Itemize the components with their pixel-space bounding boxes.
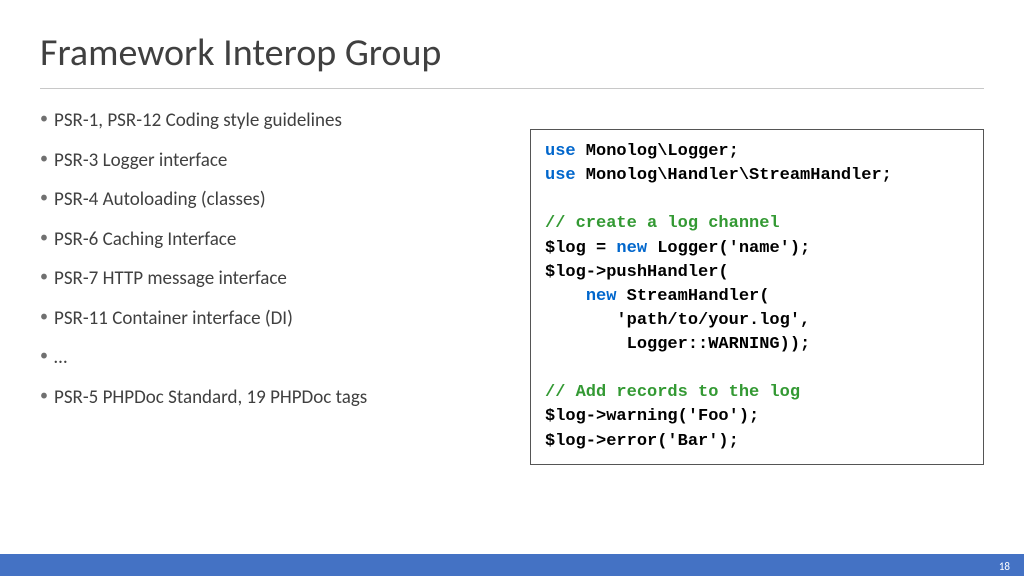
list-item: PSR-1, PSR-12 Coding style guidelines bbox=[40, 107, 500, 136]
code-text bbox=[545, 287, 586, 306]
code-block: use Monolog\Logger; use Monolog\Handler\… bbox=[530, 129, 984, 465]
code-text: Monolog\Logger; bbox=[576, 142, 739, 161]
code-keyword: new bbox=[616, 239, 647, 258]
code-keyword: new bbox=[586, 287, 617, 306]
list-item: PSR-6 Caching Interface bbox=[40, 226, 500, 255]
code-comment: // create a log channel bbox=[545, 214, 780, 233]
list-item: PSR-4 Autoloading (classes) bbox=[40, 186, 500, 215]
footer-bar: 18 bbox=[0, 554, 1024, 576]
code-text: $log->error('Bar'); bbox=[545, 432, 739, 451]
code-text: $log->warning('Foo'); bbox=[545, 407, 759, 426]
page-number: 18 bbox=[999, 560, 1010, 573]
list-item: PSR-11 Container interface (DI) bbox=[40, 305, 500, 334]
list-item: PSR-3 Logger interface bbox=[40, 147, 500, 176]
list-item: PSR-7 HTTP message interface bbox=[40, 265, 500, 294]
code-text: $log = bbox=[545, 239, 616, 258]
code-text: Logger::WARNING)); bbox=[545, 335, 810, 354]
list-item: … bbox=[40, 344, 500, 373]
code-text: 'path/to/your.log', bbox=[545, 311, 810, 330]
code-text: Logger('name'); bbox=[647, 239, 810, 258]
slide-title: Framework Interop Group bbox=[40, 30, 984, 76]
code-text: StreamHandler( bbox=[616, 287, 769, 306]
code-text: Monolog\Handler\StreamHandler; bbox=[576, 166, 892, 185]
bullet-list: PSR-1, PSR-12 Coding style guidelines PS… bbox=[40, 107, 500, 465]
title-divider bbox=[40, 88, 984, 89]
slide: Framework Interop Group PSR-1, PSR-12 Co… bbox=[0, 0, 1024, 576]
content-area: PSR-1, PSR-12 Coding style guidelines PS… bbox=[40, 107, 984, 465]
code-text: $log->pushHandler( bbox=[545, 263, 729, 282]
code-comment: // Add records to the log bbox=[545, 383, 800, 402]
code-keyword: use bbox=[545, 166, 576, 185]
list-item: PSR-5 PHPDoc Standard, 19 PHPDoc tags bbox=[40, 384, 500, 413]
code-keyword: use bbox=[545, 142, 576, 161]
